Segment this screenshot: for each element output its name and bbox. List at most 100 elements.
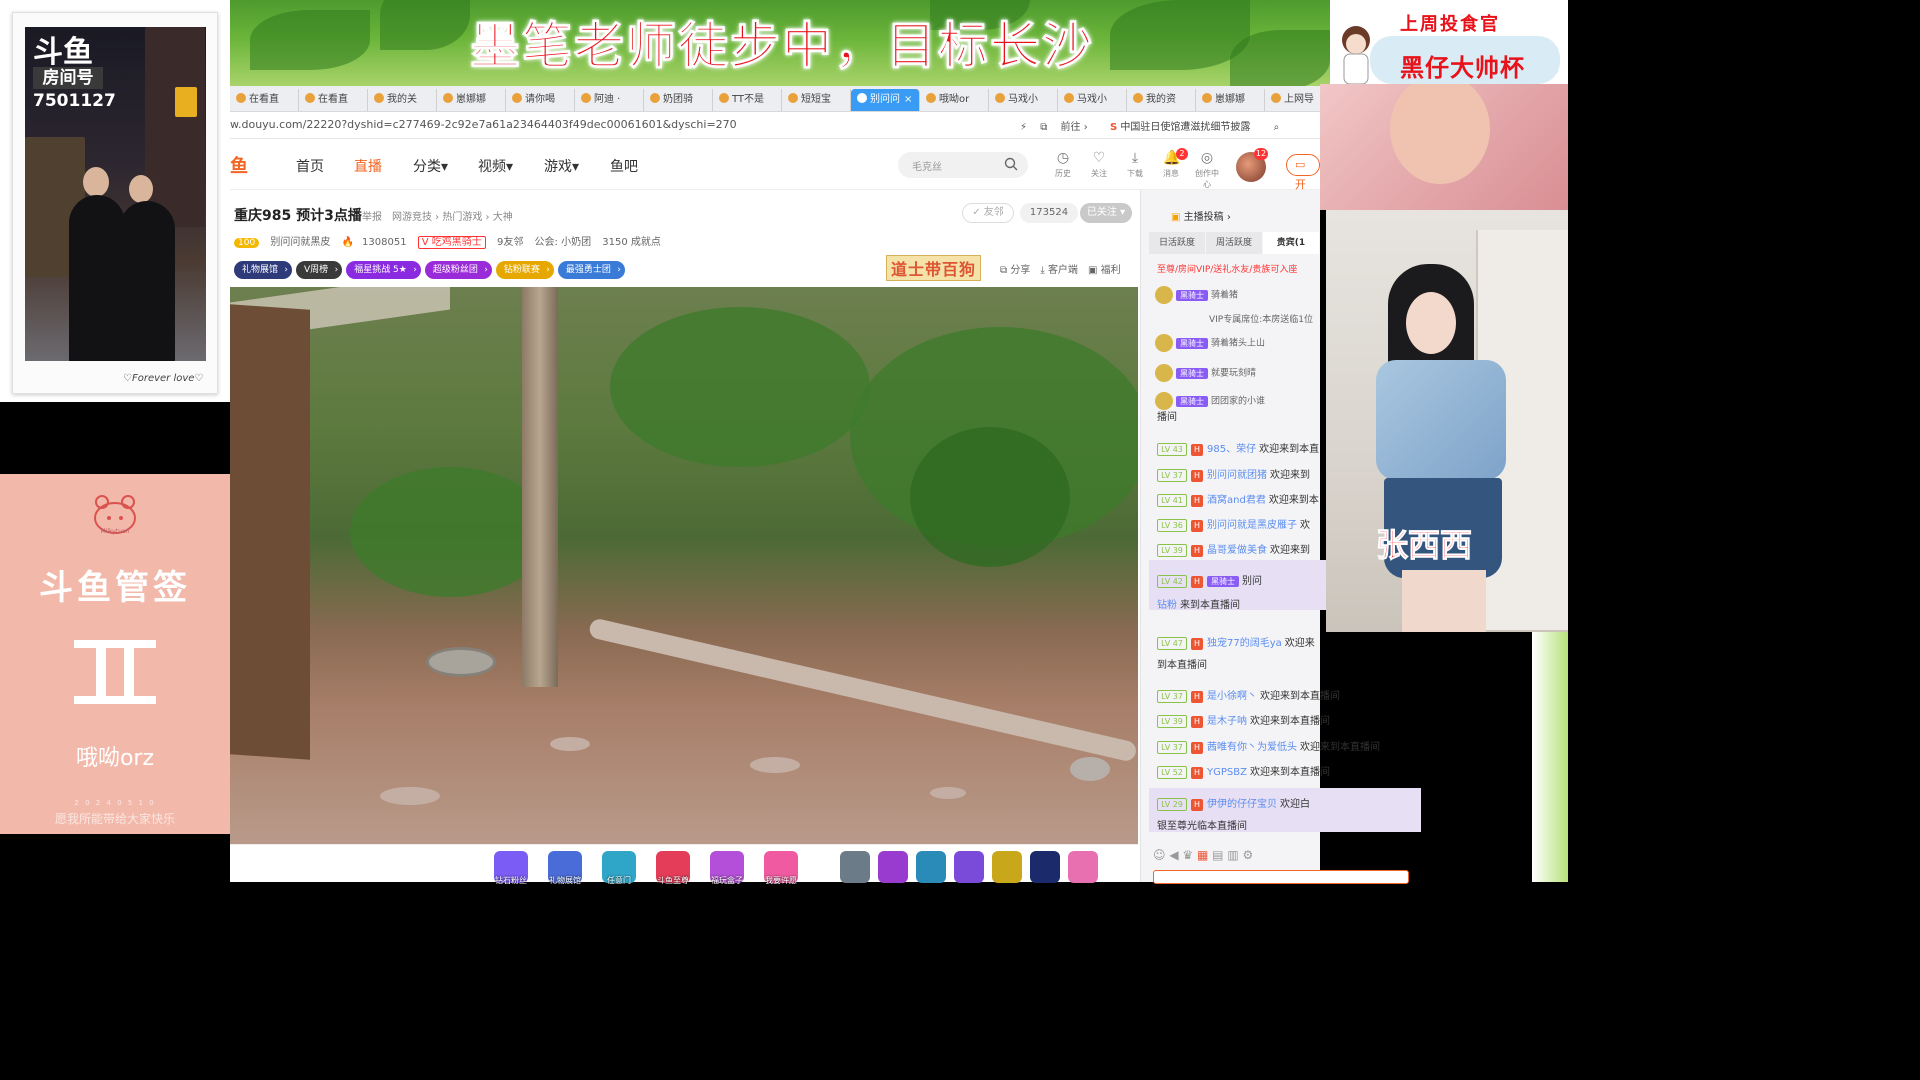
chat-line[interactable]: LV 39 H 是木子呐 欢迎来到本直播间 bbox=[1157, 712, 1417, 728]
prop-item[interactable] bbox=[1068, 851, 1098, 883]
vip-seat-row[interactable]: 黑骑士 骑着猪 bbox=[1155, 286, 1238, 308]
search-input[interactable]: 毛克丝 bbox=[912, 158, 942, 173]
chat-line[interactable]: 到本直播间 bbox=[1157, 656, 1417, 671]
nav-item[interactable]: 视频▾ bbox=[478, 156, 513, 176]
guild-name[interactable]: 公会: 小奶团 bbox=[535, 237, 592, 248]
chat-username[interactable]: 是木子呐 bbox=[1207, 716, 1247, 727]
knight-badge[interactable]: V 吃鸡黑骑士 bbox=[417, 236, 486, 249]
chat-username[interactable]: 别问问就是黑皮雁子 bbox=[1207, 520, 1297, 531]
chat-line[interactable]: LV 37 H 茜唯有你丶为爱低头 欢迎来到本直播间 bbox=[1157, 738, 1417, 754]
breadcrumb[interactable]: 网游竞技 › 热门游戏 › 大神 bbox=[392, 208, 513, 223]
nav-download[interactable]: ⤓ 下载 bbox=[1120, 150, 1150, 179]
search-icon[interactable]: ⌕ bbox=[1274, 122, 1280, 133]
bolt-icon[interactable]: ⚡ bbox=[1020, 122, 1027, 133]
prop-item[interactable] bbox=[1030, 851, 1060, 883]
chat-username[interactable]: 黑骑士 bbox=[1207, 576, 1239, 587]
report-link[interactable]: 举报 bbox=[362, 208, 382, 223]
browser-tab[interactable]: 奶团骑 bbox=[644, 89, 713, 111]
activity-badge[interactable]: V周榜 bbox=[296, 261, 343, 279]
nav-item[interactable]: 鱼吧 bbox=[610, 156, 638, 176]
rank-tab[interactable]: 周活跃度 bbox=[1206, 232, 1262, 254]
activity-badge[interactable]: 钻粉联赛 bbox=[495, 261, 554, 279]
nav-item[interactable]: 首页 bbox=[296, 156, 324, 176]
chat-line[interactable]: LV 29 H 伊伊的仔仔宝贝 欢迎白 bbox=[1157, 795, 1417, 811]
achievement-points[interactable]: 3150 成就点 bbox=[602, 237, 661, 248]
browser-tab[interactable]: 马戏小 bbox=[989, 89, 1058, 111]
chat-username[interactable]: YGPSBZ bbox=[1207, 767, 1247, 778]
prop-item[interactable] bbox=[954, 851, 984, 883]
chat-username[interactable]: 是小徐啊丶 bbox=[1207, 691, 1257, 702]
activity-badge[interactable]: 最强勇士团 bbox=[557, 261, 625, 279]
prop-item[interactable] bbox=[840, 851, 870, 883]
followed-button[interactable]: 已关注 ▾ bbox=[1080, 203, 1132, 223]
activity-badge[interactable]: 礼物展馆 bbox=[234, 261, 293, 279]
nav-follow[interactable]: ♡ 关注 bbox=[1084, 150, 1114, 179]
nav-item[interactable]: 游戏▾ bbox=[544, 156, 579, 176]
chat-username[interactable]: 茜唯有你丶为爱低头 bbox=[1207, 742, 1297, 753]
browser-tab[interactable]: 我的资 bbox=[1127, 89, 1196, 111]
search-icon[interactable] bbox=[1004, 157, 1018, 171]
browser-tab[interactable]: 请你喝 bbox=[506, 89, 575, 111]
browser-tab[interactable]: 马戏小 bbox=[1058, 89, 1127, 111]
chat-username[interactable]: 985、荣仔 bbox=[1207, 444, 1256, 455]
browser-tab[interactable]: 在看直 bbox=[299, 89, 368, 111]
go-button[interactable]: 前往 › bbox=[1061, 122, 1088, 133]
external-icon[interactable]: ⧉ bbox=[1040, 122, 1047, 133]
browser-tab[interactable]: 崽娜娜 bbox=[1196, 89, 1265, 111]
open-live-button[interactable]: ▭ 开 bbox=[1286, 154, 1320, 191]
url-field[interactable]: w.douyu.com/22220?dyshid=c277469-2c92e7a… bbox=[230, 118, 737, 131]
chat-username[interactable]: 伊伊的仔仔宝贝 bbox=[1207, 799, 1277, 810]
nav-item[interactable]: 直播 bbox=[354, 156, 382, 176]
anchor-name[interactable]: 别问问就黑皮 bbox=[270, 237, 330, 248]
browser-tab[interactable]: 别问问 × bbox=[851, 89, 920, 111]
vip-seat-row[interactable]: VIP专属席位:本房送临1位 bbox=[1209, 312, 1313, 334]
emoji-icon[interactable]: ☺ bbox=[1153, 848, 1166, 862]
anchor-vote-link[interactable]: ▣ 主播投稿 › bbox=[1171, 208, 1231, 223]
nav-search[interactable]: 毛克丝 bbox=[898, 152, 1028, 178]
browser-tab[interactable]: 阿迪 · bbox=[575, 89, 644, 111]
search-suggestion[interactable]: S 中国驻日使馆遭滋扰细节披露 ⌕ bbox=[1110, 118, 1279, 133]
chat-line[interactable]: LV 47 H 独宠77的阔毛ya 欢迎来 bbox=[1157, 634, 1417, 650]
chat-username[interactable]: 酒窝and君君 bbox=[1207, 495, 1266, 506]
gift-banner[interactable]: 道士带百狗 bbox=[886, 255, 982, 281]
douyu-logo-icon[interactable]: 鱼 bbox=[230, 152, 248, 178]
room-action[interactable]: ⤓ 客户端 bbox=[1040, 265, 1078, 276]
prop-item[interactable] bbox=[916, 851, 946, 883]
chat-input[interactable] bbox=[1153, 870, 1409, 884]
settings-icon[interactable]: ⚙ bbox=[1243, 848, 1254, 862]
chat-line[interactable]: LV 37 H 是小徐啊丶 欢迎来到本直播间 bbox=[1157, 687, 1417, 703]
prop-item[interactable] bbox=[878, 851, 908, 883]
nav-history[interactable]: ◷ 历史 bbox=[1048, 150, 1078, 179]
browser-tab[interactable]: TT不是 bbox=[713, 89, 782, 111]
chat-line[interactable]: 银至尊光临本直播间 bbox=[1157, 817, 1417, 832]
chat-line[interactable]: LV 52 H YGPSBZ 欢迎来到本直播间 bbox=[1157, 763, 1417, 779]
browser-tab[interactable]: 我的关 bbox=[368, 89, 437, 111]
friends-count[interactable]: 9友邻 bbox=[497, 237, 523, 248]
vip-seat-row[interactable]: 黑骑士 骑着猪头上山 bbox=[1155, 334, 1265, 356]
activity-badge[interactable]: 福星挑战 5★ bbox=[346, 261, 421, 279]
rank-tab[interactable]: 贵宾(1 bbox=[1263, 232, 1319, 254]
vip-seat-row[interactable]: 黑骑士 就要玩刻晴 bbox=[1155, 364, 1256, 386]
card-icon[interactable]: ▤ bbox=[1212, 848, 1223, 862]
friend-button[interactable]: ✓ 友邻 bbox=[962, 203, 1014, 223]
nav-item[interactable]: 分类▾ bbox=[413, 156, 448, 176]
room-action[interactable]: ⧉ 分享 bbox=[1000, 265, 1030, 276]
chat-username[interactable]: 晶哥爱做美食 bbox=[1207, 545, 1267, 556]
chat-username[interactable]: 钻粉 bbox=[1157, 600, 1177, 611]
prop-item[interactable] bbox=[992, 851, 1022, 883]
room-action[interactable]: ▣ 福利 bbox=[1088, 265, 1121, 276]
chat-username[interactable]: 独宠77的阔毛ya bbox=[1207, 638, 1282, 649]
crown-icon[interactable]: ♛ bbox=[1182, 848, 1193, 862]
gift-icon[interactable]: ▥ bbox=[1227, 848, 1238, 862]
chat-username[interactable]: 别问问就团猪 bbox=[1207, 470, 1267, 481]
close-tab-icon[interactable]: × bbox=[904, 94, 912, 105]
nav-creator[interactable]: ◎ 创作中心 bbox=[1192, 150, 1222, 190]
browser-tab[interactable]: 崽娜娜 bbox=[437, 89, 506, 111]
video-player[interactable] bbox=[230, 287, 1138, 844]
browser-tab[interactable]: 短短宝 bbox=[782, 89, 851, 111]
rank-tab[interactable]: 日活跃度 bbox=[1149, 232, 1205, 254]
fans-icon[interactable]: ▦ bbox=[1197, 848, 1208, 862]
browser-tab[interactable]: 哦呦or bbox=[920, 89, 989, 111]
horn-icon[interactable]: ◀ bbox=[1169, 848, 1178, 862]
activity-badge[interactable]: 超级粉丝团 bbox=[424, 261, 492, 279]
